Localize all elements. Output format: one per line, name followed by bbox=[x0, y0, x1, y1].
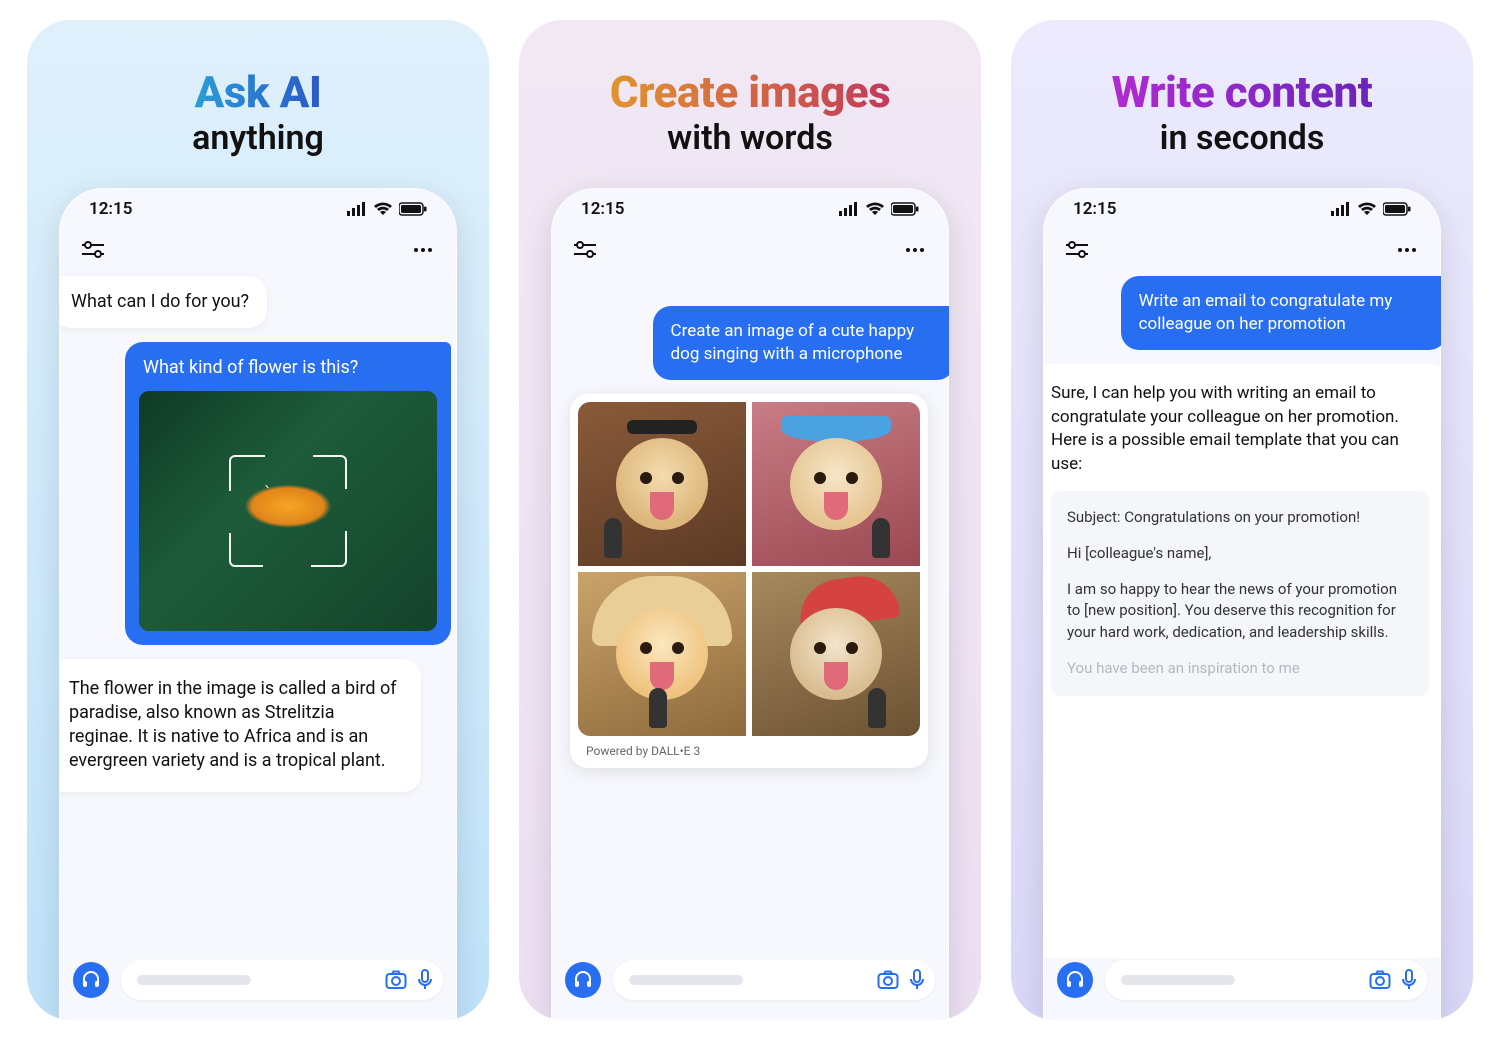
status-icons bbox=[1331, 202, 1411, 216]
nav-bar bbox=[551, 230, 949, 270]
generated-image[interactable] bbox=[752, 572, 920, 736]
status-bar: 12:15 bbox=[59, 188, 457, 230]
battery-icon bbox=[891, 202, 919, 216]
voice-assistant-button[interactable] bbox=[565, 962, 601, 998]
user-message: Create an image of a cute happy dog sing… bbox=[653, 306, 949, 380]
promo-panel-create-images: Create images with words 12:15 Create an… bbox=[519, 20, 981, 1020]
attached-image-flower[interactable] bbox=[139, 391, 437, 631]
settings-sliders-icon[interactable] bbox=[81, 238, 105, 262]
more-options-icon[interactable] bbox=[1395, 238, 1419, 262]
hero: Create images with words bbox=[610, 66, 891, 158]
email-body: I am so happy to hear the news of your p… bbox=[1067, 579, 1413, 644]
nav-bar bbox=[59, 230, 457, 270]
input-placeholder bbox=[1121, 975, 1235, 985]
assistant-message: What can I do for you? bbox=[59, 276, 267, 328]
status-time: 12:15 bbox=[89, 199, 132, 219]
message-input[interactable] bbox=[121, 960, 443, 1000]
status-bar: 12:15 bbox=[551, 188, 949, 230]
email-greeting: Hi [colleague's name], bbox=[1067, 543, 1413, 565]
input-bar bbox=[551, 958, 949, 1020]
generated-images-card: Powered by DALL•E 3 bbox=[570, 394, 928, 768]
more-options-icon[interactable] bbox=[411, 238, 435, 262]
phone-mockup: 12:15 What can I do for you? What kind o… bbox=[59, 188, 457, 1020]
message-input[interactable] bbox=[613, 960, 935, 1000]
cellular-icon bbox=[347, 202, 367, 216]
wifi-icon bbox=[1357, 202, 1377, 216]
promo-panel-write-content: Write content in seconds 12:15 Write an … bbox=[1011, 20, 1473, 1020]
camera-icon[interactable] bbox=[1369, 970, 1391, 990]
input-bar bbox=[1043, 958, 1441, 1020]
status-time: 12:15 bbox=[1073, 199, 1116, 219]
wifi-icon bbox=[865, 202, 885, 216]
hero: Ask AI anything bbox=[192, 66, 324, 158]
generated-image[interactable] bbox=[578, 572, 746, 736]
hero: Write content in seconds bbox=[1112, 66, 1373, 158]
camera-icon[interactable] bbox=[385, 970, 407, 990]
message-input[interactable] bbox=[1105, 960, 1427, 1000]
status-icons bbox=[839, 202, 919, 216]
voice-assistant-button[interactable] bbox=[1057, 962, 1093, 998]
email-template: Subject: Congratulations on your promoti… bbox=[1051, 491, 1429, 696]
settings-sliders-icon[interactable] bbox=[1065, 238, 1089, 262]
generated-image[interactable] bbox=[752, 402, 920, 566]
microphone-icon[interactable] bbox=[417, 969, 433, 991]
camera-icon[interactable] bbox=[877, 970, 899, 990]
input-placeholder bbox=[629, 975, 743, 985]
headset-icon bbox=[573, 970, 593, 990]
input-placeholder bbox=[137, 975, 251, 985]
headset-icon bbox=[1065, 970, 1085, 990]
chat-area: Create an image of a cute happy dog sing… bbox=[551, 270, 949, 958]
hero-subtitle: in seconds bbox=[1112, 118, 1373, 158]
image-grid bbox=[578, 402, 920, 736]
hero-subtitle: with words bbox=[610, 118, 891, 158]
nav-bar bbox=[1043, 230, 1441, 270]
phone-mockup: 12:15 Create an image of a cute happy do… bbox=[551, 188, 949, 1020]
phone-mockup: 12:15 Write an email to congratulate my … bbox=[1043, 188, 1441, 1020]
user-message: Write an email to congratulate my collea… bbox=[1121, 276, 1441, 350]
input-bar bbox=[59, 958, 457, 1020]
user-message-with-image: What kind of flower is this? bbox=[125, 342, 451, 644]
battery-icon bbox=[1383, 202, 1411, 216]
assistant-intro-text: Sure, I can help you with writing an ema… bbox=[1051, 382, 1429, 477]
chat-area: What can I do for you? What kind of flow… bbox=[59, 270, 457, 958]
voice-assistant-button[interactable] bbox=[73, 962, 109, 998]
cellular-icon bbox=[839, 202, 859, 216]
more-options-icon[interactable] bbox=[903, 238, 927, 262]
microphone-icon[interactable] bbox=[909, 969, 925, 991]
hero-title: Create images bbox=[610, 66, 891, 118]
status-bar: 12:15 bbox=[1043, 188, 1441, 230]
assistant-message: Sure, I can help you with writing an ema… bbox=[1043, 364, 1441, 958]
assistant-message: The flower in the image is called a bird… bbox=[59, 659, 421, 792]
powered-by-label: Powered by DALL•E 3 bbox=[578, 736, 920, 762]
headset-icon bbox=[81, 970, 101, 990]
cellular-icon bbox=[1331, 202, 1351, 216]
wifi-icon bbox=[373, 202, 393, 216]
hero-title: Write content bbox=[1112, 66, 1373, 118]
settings-sliders-icon[interactable] bbox=[573, 238, 597, 262]
battery-icon bbox=[399, 202, 427, 216]
microphone-icon[interactable] bbox=[1401, 969, 1417, 991]
user-message-text: What kind of flower is this? bbox=[139, 356, 437, 380]
hero-title: Ask AI bbox=[192, 66, 324, 118]
generated-image[interactable] bbox=[578, 402, 746, 566]
promo-panel-ask-ai: Ask AI anything 12:15 What can I do for … bbox=[27, 20, 489, 1020]
email-subject: Subject: Congratulations on your promoti… bbox=[1067, 507, 1413, 529]
hero-subtitle: anything bbox=[192, 118, 324, 158]
email-body-fade: You have been an inspiration to me bbox=[1067, 658, 1413, 680]
status-icons bbox=[347, 202, 427, 216]
status-time: 12:15 bbox=[581, 199, 624, 219]
chat-area: Write an email to congratulate my collea… bbox=[1043, 270, 1441, 958]
